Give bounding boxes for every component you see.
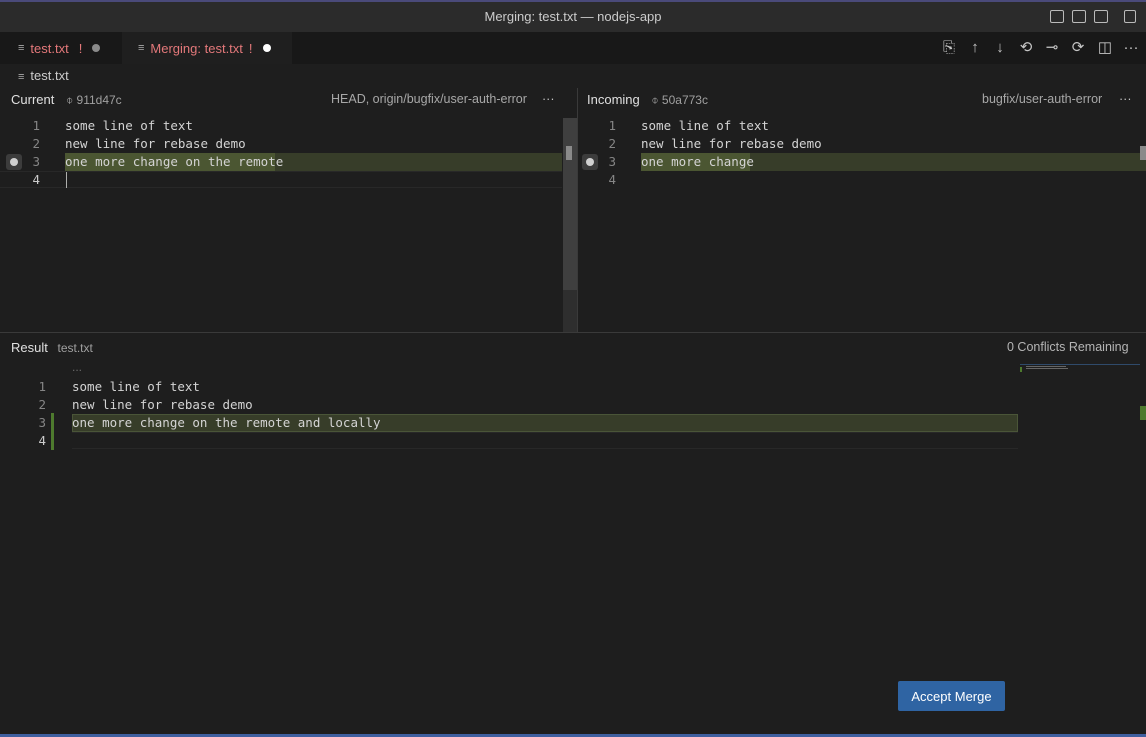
- toggle-panel-icon[interactable]: [1072, 10, 1086, 23]
- unsaved-dot-icon[interactable]: [262, 44, 271, 52]
- problem-badge: !: [248, 40, 253, 56]
- current-label: Current: [11, 92, 55, 107]
- code-line[interactable]: some line of text: [641, 118, 769, 133]
- code-line[interactable]: some line of text: [72, 379, 200, 394]
- code-line[interactable]: one more change on the remote: [65, 154, 283, 169]
- gutter-change-marker: [51, 413, 54, 450]
- line-number: 4: [38, 433, 46, 448]
- accept-left-icon[interactable]: ⟲: [1017, 40, 1035, 56]
- arrow-up-icon[interactable]: ↑: [966, 40, 984, 56]
- current-line-highlight: [72, 432, 1018, 449]
- problem-badge: !: [78, 40, 83, 56]
- open-file-icon[interactable]: ⎘: [940, 40, 958, 56]
- line-number: 3: [608, 154, 616, 169]
- git-commit-icon: ⌽: [651, 93, 659, 107]
- line-number: 2: [32, 136, 40, 151]
- folded-lines-indicator[interactable]: ...: [72, 360, 82, 374]
- breadcrumb[interactable]: ≡ test.txt: [18, 68, 69, 83]
- pane-divider[interactable]: [577, 88, 578, 332]
- more-icon[interactable]: ···: [542, 92, 555, 106]
- incoming-ref: bugfix/user-auth-error: [982, 92, 1103, 106]
- line-number: 1: [32, 118, 40, 133]
- title-bar: Merging: test.txt — nodejs-app: [0, 0, 1146, 32]
- customize-layout-icon[interactable]: [1124, 10, 1136, 23]
- incoming-label: Incoming: [587, 92, 640, 107]
- tab-merging-test-txt[interactable]: ≡ Merging: test.txt !: [122, 32, 292, 64]
- tab-test-txt[interactable]: ≡ test.txt !: [0, 32, 122, 64]
- result-header: Result test.txt: [11, 340, 93, 355]
- current-pane-header: Current ⌽ 911d47c HEAD, origin/bugfix/us…: [11, 92, 566, 112]
- result-label: Result: [11, 340, 48, 355]
- line-number: 3: [38, 415, 46, 430]
- file-lines-icon: ≡: [138, 42, 145, 54]
- git-commit-icon: ⌽: [65, 93, 74, 107]
- result-separator[interactable]: [0, 332, 1146, 333]
- toggle-primary-sidebar-icon[interactable]: [1050, 10, 1064, 23]
- scroll-marker: [1140, 406, 1146, 420]
- line-number: 4: [608, 172, 616, 187]
- accept-both-icon[interactable]: ⊸: [1043, 40, 1061, 56]
- code-line[interactable]: new line for rebase demo: [641, 136, 822, 151]
- commit-hash[interactable]: ⌽ 50a773c: [651, 93, 708, 107]
- breadcrumb-file[interactable]: test.txt: [30, 68, 68, 83]
- line-number: 4: [32, 172, 40, 187]
- line-number: 3: [32, 154, 40, 169]
- split-editor-icon[interactable]: ◫: [1096, 40, 1114, 56]
- result-file: test.txt: [57, 341, 93, 355]
- line-number: 1: [38, 379, 46, 394]
- code-line[interactable]: one more change on the remote and locall…: [72, 415, 381, 430]
- toggle-secondary-sidebar-icon[interactable]: [1094, 10, 1108, 23]
- current-line-highlight: [0, 171, 562, 188]
- tab-label: test.txt: [30, 40, 69, 56]
- accept-right-icon[interactable]: ⟳: [1069, 40, 1087, 56]
- scroll-marker: [566, 146, 572, 160]
- text-cursor: [66, 172, 67, 188]
- current-scroll-thumb[interactable]: [563, 118, 577, 290]
- current-ref: HEAD, origin/bugfix/user-auth-error: [331, 92, 527, 106]
- line-number: 2: [608, 136, 616, 151]
- commit-hash[interactable]: ⌽ 911d47c: [66, 93, 122, 107]
- incoming-pane-header: Incoming ⌽ 50a773c bugfix/user-auth-erro…: [587, 92, 1142, 112]
- file-lines-icon: ≡: [18, 42, 25, 54]
- conflicts-remaining-status: 0 Conflicts Remaining: [1007, 340, 1129, 354]
- arrow-down-icon[interactable]: ↓: [991, 40, 1009, 56]
- window-title: Merging: test.txt — nodejs-app: [484, 9, 662, 24]
- file-lines-icon: ≡: [18, 71, 25, 83]
- code-line[interactable]: some line of text: [65, 118, 193, 133]
- tab-label: Merging: test.txt: [150, 40, 243, 56]
- line-number: 2: [38, 397, 46, 412]
- code-line[interactable]: one more change: [641, 154, 754, 169]
- code-line[interactable]: new line for rebase demo: [72, 397, 253, 412]
- more-icon[interactable]: ···: [1122, 40, 1140, 56]
- line-number: 1: [608, 118, 616, 133]
- more-icon[interactable]: ···: [1119, 92, 1132, 106]
- unsaved-dot-icon[interactable]: [92, 44, 101, 52]
- minimap[interactable]: [1020, 364, 1140, 373]
- accept-merge-button[interactable]: Accept Merge: [898, 681, 1005, 711]
- code-line[interactable]: new line for rebase demo: [65, 136, 246, 151]
- scroll-marker: [1140, 146, 1146, 160]
